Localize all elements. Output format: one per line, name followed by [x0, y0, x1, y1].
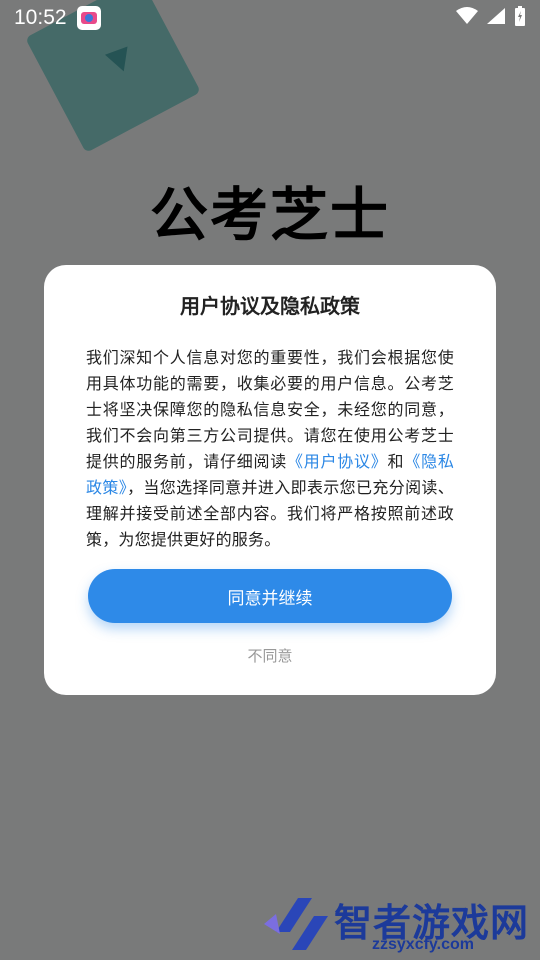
wifi-icon: [456, 7, 478, 29]
dialog-title: 用户协议及隐私政策: [180, 294, 360, 318]
watermark-url: zzsyxcfy.com: [372, 936, 474, 953]
dialog-body-connector: 和: [387, 452, 405, 471]
dialog-body: 我们深知个人信息对您的重要性，我们会根据您使用具体功能的需要，收集必要的用户信息…: [86, 345, 454, 553]
dialog-body-text-2: ，当您选择同意并进入即表示您已充分阅读、理解并接受前述全部内容。我们将严格按照前…: [86, 478, 454, 549]
battery-icon: [514, 6, 526, 30]
agree-continue-button[interactable]: 同意并继续: [88, 569, 452, 623]
status-bar: 10:52: [0, 0, 540, 36]
watermark-logo-icon: [264, 898, 328, 950]
status-time: 10:52: [14, 6, 67, 29]
disagree-button[interactable]: 不同意: [44, 645, 496, 666]
watermark: 智者游戏网 zzsyxcfy.com: [262, 890, 540, 960]
signal-icon: [486, 7, 506, 29]
privacy-dialog: 用户协议及隐私政策 我们深知个人信息对您的重要性，我们会根据您使用具体功能的需要…: [44, 265, 496, 695]
user-agreement-link[interactable]: 《用户协议》: [287, 452, 388, 471]
app-notification-icon: [76, 6, 101, 30]
